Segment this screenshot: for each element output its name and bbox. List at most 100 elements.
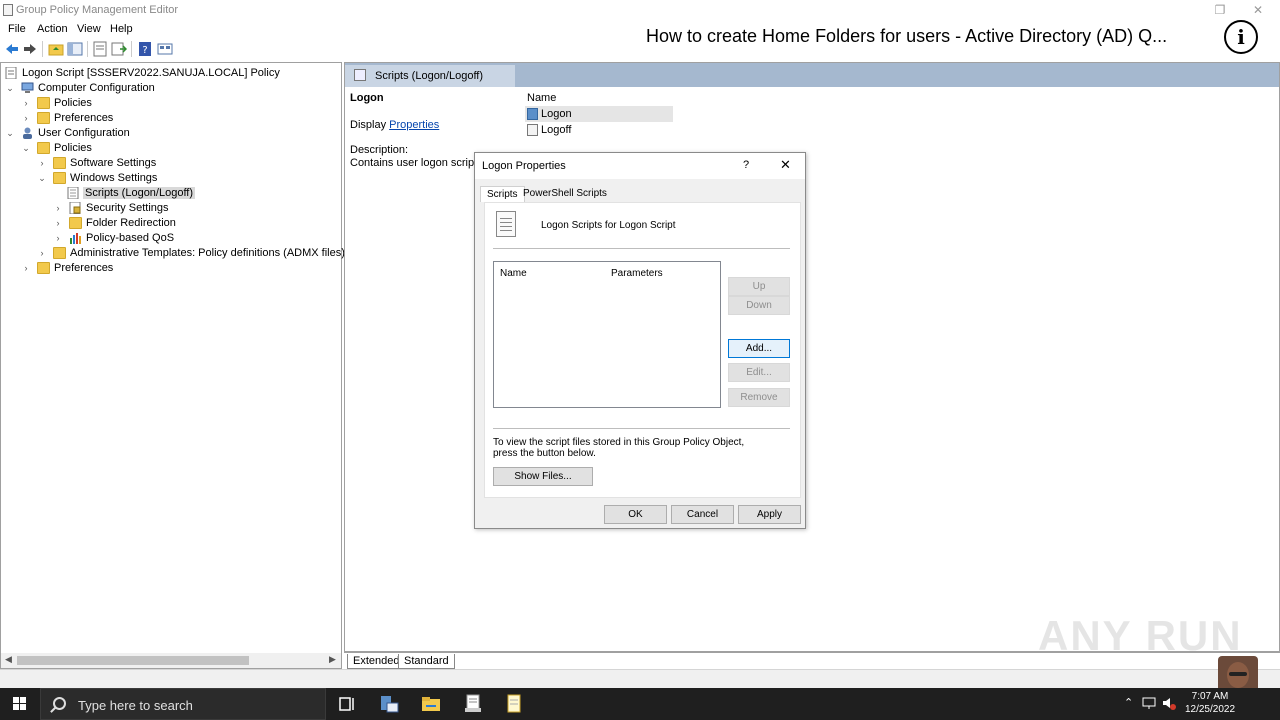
chevron-down-icon[interactable]: ⌄	[5, 126, 15, 141]
tree-item-label: Policies	[54, 142, 92, 154]
tab-extended[interactable]: Extended	[347, 654, 406, 669]
title-bar: Group Policy Management Editor ❐ ✕	[0, 0, 1280, 20]
scrollbar-thumb[interactable]	[17, 656, 249, 665]
console-tree[interactable]: Logon Script [SSSERV2022.SANUJA.LOCAL] P…	[0, 62, 385, 669]
chevron-right-icon[interactable]: ›	[53, 231, 63, 246]
export-list-icon[interactable]	[111, 41, 127, 57]
app-icon	[3, 4, 13, 16]
user-icon	[23, 127, 32, 139]
chevron-right-icon[interactable]: ›	[21, 96, 31, 111]
tree-item-label: Scripts (Logon/Logoff)	[83, 187, 196, 199]
show-files-button[interactable]: Show Files...	[493, 467, 593, 486]
view-icon[interactable]	[157, 41, 173, 57]
chevron-down-icon[interactable]: ⌄	[37, 171, 47, 186]
menu-help[interactable]: Help	[110, 23, 133, 35]
folder-icon	[69, 217, 82, 229]
menu-file[interactable]: File	[8, 23, 26, 35]
parameters-column-header[interactable]: Parameters	[611, 268, 663, 279]
horizontal-scrollbar[interactable]: ◀ ▶	[1, 653, 341, 668]
list-item-logon[interactable]: Logon	[525, 106, 673, 122]
list-item-label: Logoff	[541, 124, 572, 136]
forward-arrow-icon[interactable]	[22, 41, 38, 57]
help-icon[interactable]: ?	[743, 159, 749, 171]
script-list[interactable]: Name Parameters	[493, 261, 721, 408]
toolbar-separator	[42, 41, 43, 57]
list-item-logoff[interactable]: Logoff	[525, 122, 673, 138]
ok-button[interactable]: OK	[604, 505, 667, 524]
tree-item-label: Software Settings	[70, 157, 157, 169]
search-icon	[53, 697, 66, 710]
policy-icon	[5, 67, 17, 79]
menu-view[interactable]: View	[77, 23, 101, 35]
task-view-icon[interactable]	[336, 694, 358, 714]
svg-text:?: ?	[142, 45, 147, 56]
start-button[interactable]	[0, 688, 40, 720]
notepad-icon[interactable]	[503, 694, 525, 714]
chevron-down-icon[interactable]: ⌄	[21, 141, 31, 156]
up-button[interactable]: Up	[728, 277, 790, 296]
apply-button[interactable]: Apply	[738, 505, 801, 524]
tab-powershell-scripts[interactable]: PowerShell Scripts	[517, 186, 613, 202]
show-hide-tree-icon[interactable]	[67, 41, 83, 57]
script-file-icon	[496, 211, 516, 237]
logon-properties-dialog: Logon Properties ? ✕ Scripts PowerShell …	[474, 152, 806, 529]
chevron-right-icon[interactable]: ›	[53, 216, 63, 231]
folder-icon	[53, 247, 66, 259]
description-text: Contains user logon scripts.	[350, 157, 486, 169]
scroll-left-icon[interactable]: ◀	[5, 654, 12, 665]
details-title: Scripts (Logon/Logoff)	[375, 70, 484, 82]
watermark: ANY RUN	[1038, 612, 1243, 659]
properties-link[interactable]: Properties	[389, 119, 439, 131]
close-icon[interactable]: ✕	[780, 157, 791, 173]
clock-date: 12/25/2022	[1184, 704, 1236, 715]
chevron-right-icon[interactable]: ›	[21, 261, 31, 276]
tree-item-label: Windows Settings	[70, 172, 158, 184]
tab-standard[interactable]: Standard	[398, 654, 455, 669]
remove-button[interactable]: Remove	[728, 388, 790, 407]
edit-button[interactable]: Edit...	[728, 363, 790, 382]
down-button[interactable]: Down	[728, 296, 790, 315]
tree-item-label: Computer Configuration	[38, 82, 155, 94]
volume-muted-icon[interactable]	[1162, 696, 1176, 710]
tree-item-label: Logon Script [SSSERV2022.SANUJA.LOCAL] P…	[22, 67, 280, 79]
chevron-right-icon[interactable]: ›	[21, 111, 31, 126]
cancel-button[interactable]: Cancel	[671, 505, 734, 524]
security-settings-icon	[69, 202, 81, 214]
display-properties-line: Display Properties	[350, 119, 439, 131]
back-arrow-icon[interactable]	[4, 41, 20, 57]
chevron-up-icon[interactable]: ⌃	[1124, 696, 1133, 709]
list-item-label: Logon	[541, 108, 572, 120]
name-column-header[interactable]: Name	[500, 268, 527, 279]
name-column-header[interactable]: Name	[527, 92, 556, 104]
divider	[493, 248, 790, 249]
windows-logo-icon	[13, 697, 27, 711]
server-manager-icon[interactable]	[378, 694, 400, 714]
chevron-down-icon[interactable]: ⌄	[5, 81, 15, 96]
restore-icon[interactable]: ❐	[1212, 2, 1228, 18]
description-label: Description:	[350, 144, 409, 156]
properties-icon[interactable]	[92, 41, 108, 57]
file-explorer-icon[interactable]	[420, 694, 442, 714]
folder-icon	[37, 142, 50, 154]
folder-icon	[37, 112, 50, 124]
scroll-right-icon[interactable]: ▶	[329, 654, 336, 665]
details-header: Scripts (Logon/Logoff)	[345, 63, 1279, 87]
group-policy-editor-icon[interactable]	[462, 694, 484, 714]
search-placeholder: Type here to search	[78, 698, 193, 713]
up-folder-icon[interactable]	[48, 41, 64, 57]
network-icon[interactable]	[1142, 696, 1156, 710]
dialog-title: Logon Properties	[482, 160, 566, 172]
folder-icon	[37, 262, 50, 274]
chevron-right-icon[interactable]: ›	[37, 246, 47, 261]
bar-chart-icon	[70, 233, 81, 244]
close-icon[interactable]: ✕	[1250, 2, 1266, 18]
selected-item-heading: Logon	[350, 92, 384, 104]
taskbar-search[interactable]: Type here to search	[40, 688, 326, 720]
menu-action[interactable]: Action	[37, 23, 68, 35]
taskbar-clock[interactable]: 7:07 AM 12/25/2022	[1180, 690, 1240, 716]
add-button[interactable]: Add...	[728, 339, 790, 358]
logoff-script-icon	[527, 124, 538, 136]
chevron-right-icon[interactable]: ›	[37, 156, 47, 171]
help-icon[interactable]: ?	[137, 41, 153, 57]
chevron-right-icon[interactable]: ›	[53, 201, 63, 216]
